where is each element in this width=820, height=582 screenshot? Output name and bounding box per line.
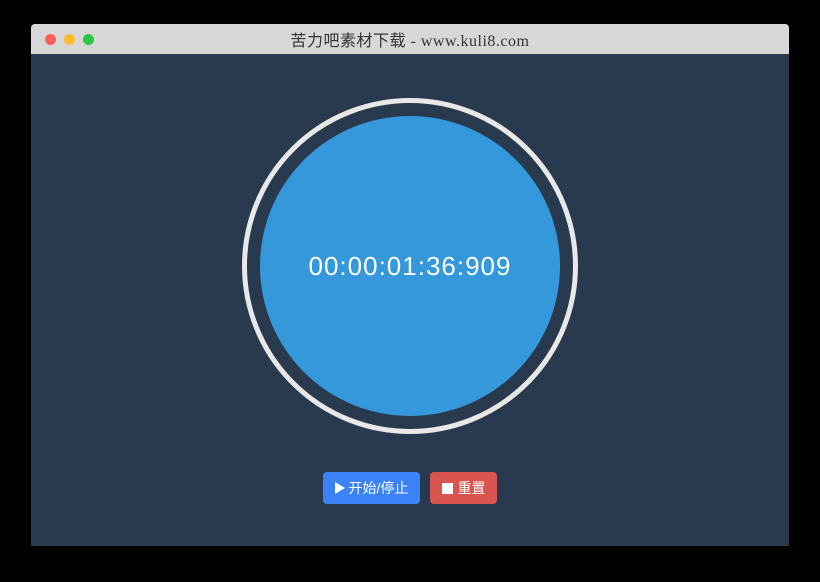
close-window-button[interactable]	[45, 34, 56, 45]
minimize-window-button[interactable]	[64, 34, 75, 45]
maximize-window-button[interactable]	[83, 34, 94, 45]
reset-label: 重置	[457, 478, 485, 498]
content-area: 00:00:01:36:909 开始/停止 重置	[31, 54, 789, 546]
timer-display: 00:00:01:36:909	[309, 251, 512, 282]
titlebar: 苦力吧素材下载 - www.kuli8.com	[31, 24, 789, 54]
controls: 开始/停止 重置	[323, 472, 498, 504]
traffic-lights	[45, 34, 94, 45]
reset-button[interactable]: 重置	[430, 472, 497, 504]
window-title: 苦力吧素材下载 - www.kuli8.com	[31, 27, 789, 51]
start-stop-label: 开始/停止	[349, 478, 409, 498]
timer-ring: 00:00:01:36:909	[242, 98, 578, 434]
play-icon	[335, 482, 345, 494]
timer-face: 00:00:01:36:909	[260, 116, 560, 416]
app-window: 苦力吧素材下载 - www.kuli8.com 00:00:01:36:909 …	[31, 24, 789, 546]
stop-icon	[442, 483, 453, 494]
start-stop-button[interactable]: 开始/停止	[323, 472, 421, 504]
